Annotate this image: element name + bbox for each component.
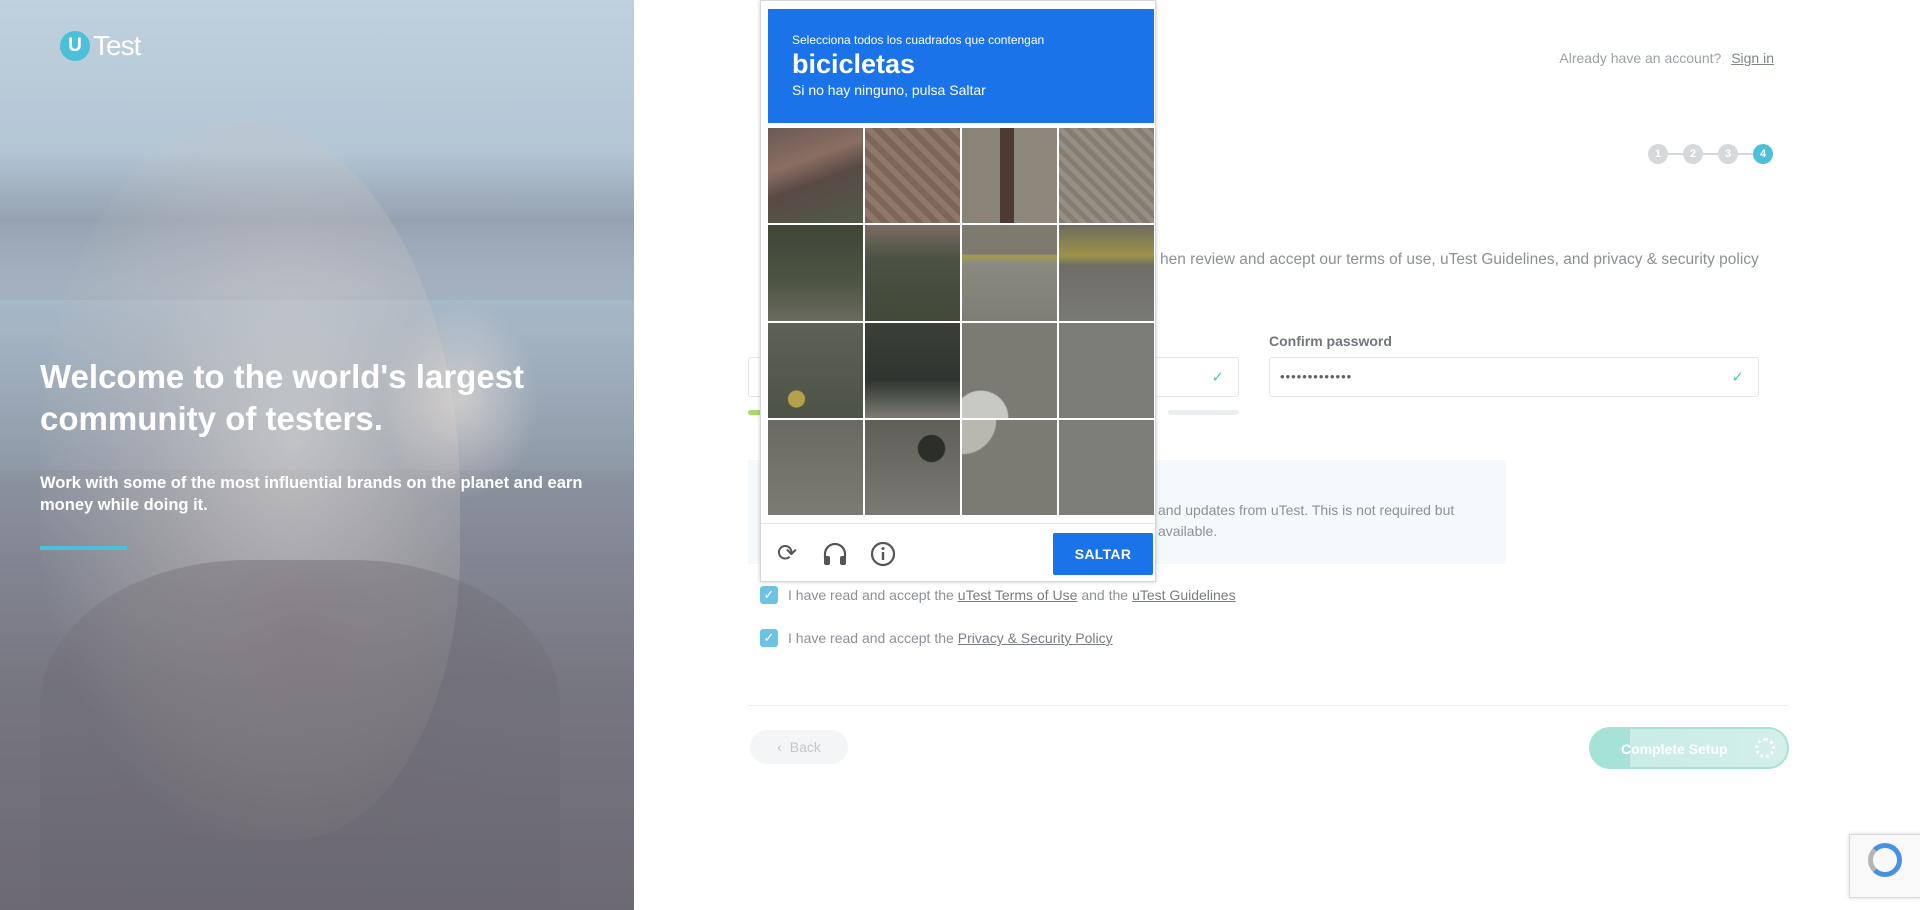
- captcha-target: bicicletas: [792, 49, 916, 79]
- captcha-tile[interactable]: [865, 322, 960, 418]
- captcha-challenge: Selecciona todos los cuadrados que conte…: [760, 0, 1156, 582]
- guidelines-link[interactable]: uTest Guidelines: [1132, 587, 1236, 603]
- confirm-password-label: Confirm password: [1269, 333, 1392, 349]
- captcha-tile[interactable]: [865, 128, 960, 224]
- step-2: 2: [1683, 144, 1703, 164]
- privacy-policy-link[interactable]: Privacy & Security Policy: [958, 630, 1113, 646]
- captcha-tile[interactable]: [1059, 322, 1154, 418]
- form-divider: [748, 705, 1788, 706]
- sign-in-link[interactable]: Sign in: [1731, 50, 1774, 66]
- form-intro: hen review and accept our terms of use, …: [1160, 251, 1759, 268]
- captcha-tile[interactable]: [1059, 128, 1154, 224]
- chevron-left-icon: ‹: [777, 739, 782, 755]
- headphones-icon[interactable]: [821, 540, 849, 568]
- newsletter-text: and updates from uTest. This is not requ…: [1158, 502, 1455, 539]
- step-1: 1: [1648, 144, 1668, 164]
- step-4: 4: [1753, 144, 1773, 164]
- reload-icon[interactable]: ⟳: [773, 540, 801, 568]
- captcha-grid: [768, 128, 1154, 515]
- back-button[interactable]: ‹ Back: [750, 730, 848, 764]
- check-icon: ✓: [1731, 369, 1744, 386]
- hero-panel: U Test Welcome to the world's largest co…: [0, 0, 634, 910]
- complete-setup-button[interactable]: Complete Setup: [1589, 727, 1789, 769]
- terms-checkbox[interactable]: ✓: [760, 586, 778, 604]
- recaptcha-icon: [1868, 843, 1902, 877]
- captcha-tile[interactable]: [768, 322, 863, 418]
- captcha-tile[interactable]: [1059, 419, 1154, 515]
- recaptcha-badge[interactable]: [1849, 834, 1920, 898]
- check-icon: ✓: [1211, 369, 1224, 386]
- info-icon[interactable]: [869, 540, 897, 568]
- captcha-tile[interactable]: [962, 128, 1057, 224]
- confirm-password-field[interactable]: ••••••••••••• ✓: [1269, 357, 1759, 397]
- privacy-checkbox[interactable]: ✓: [760, 629, 778, 647]
- captcha-tile[interactable]: [768, 128, 863, 224]
- hero-subheading: Work with some of the most influential b…: [40, 474, 583, 514]
- captcha-tile[interactable]: [962, 419, 1057, 515]
- captcha-tile[interactable]: [1059, 225, 1154, 321]
- captcha-hint: Si no hay ninguno, pulsa Saltar: [792, 82, 986, 98]
- captcha-instruction: Selecciona todos los cuadrados que conte…: [792, 33, 1045, 47]
- confirm-password-value: •••••••••••••: [1280, 369, 1353, 384]
- skip-button[interactable]: SALTAR: [1053, 533, 1153, 575]
- captcha-header: Selecciona todos los cuadrados que conte…: [768, 9, 1154, 123]
- terms-row: ✓ I have read and accept the uTest Terms…: [760, 586, 1240, 604]
- utest-logo[interactable]: U Test: [60, 30, 141, 62]
- captcha-tile[interactable]: [768, 419, 863, 515]
- hero-accent-line: [40, 546, 127, 550]
- terms-of-use-link[interactable]: uTest Terms of Use: [958, 587, 1078, 603]
- captcha-tile[interactable]: [962, 225, 1057, 321]
- captcha-tile[interactable]: [768, 225, 863, 321]
- signin-prompt: Already have an account? Sign in: [1559, 50, 1774, 66]
- step-3: 3: [1718, 144, 1738, 164]
- utest-logo-mark: U: [60, 31, 90, 61]
- captcha-tile[interactable]: [865, 419, 960, 515]
- loading-spinner-icon: [1755, 738, 1775, 758]
- already-account-text: Already have an account?: [1559, 50, 1722, 66]
- captcha-tile[interactable]: [962, 322, 1057, 418]
- utest-logo-word: Test: [93, 30, 141, 61]
- captcha-tile[interactable]: [865, 225, 960, 321]
- privacy-row: ✓ I have read and accept the Privacy & S…: [760, 629, 1117, 647]
- captcha-footer: ⟳ SALTAR: [761, 523, 1155, 582]
- hero-heading: Welcome to the world's largest community…: [40, 358, 525, 437]
- step-indicator: 1 2 3 4: [1648, 144, 1773, 164]
